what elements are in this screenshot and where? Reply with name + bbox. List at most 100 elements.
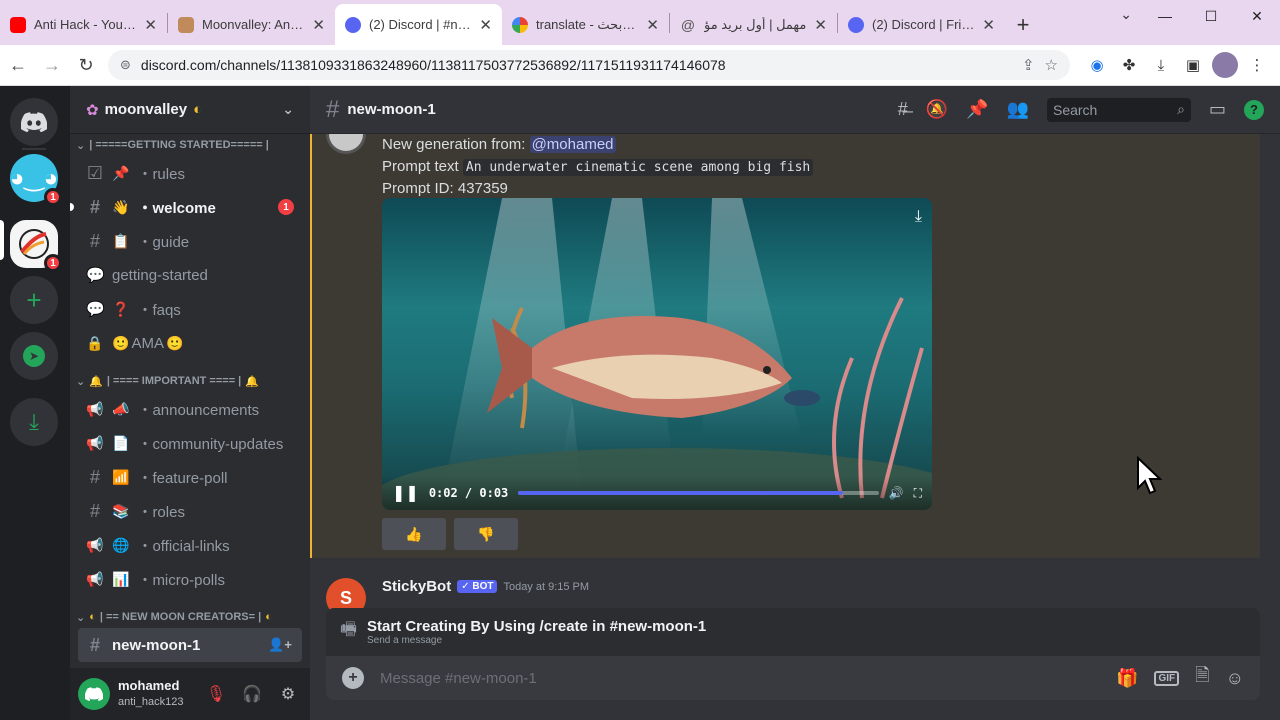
video-controls: ❚❚ 0:02 / 0:03 🔊 ⛶	[382, 476, 932, 510]
tab-youtube[interactable]: Anti Hack - YouTube ✕	[0, 4, 167, 45]
tab-title: مهمل | أول بريد مؤ	[704, 16, 807, 32]
gif-button[interactable]: GIF	[1154, 670, 1180, 686]
share-icon[interactable]: ⇪	[1022, 56, 1035, 74]
server-avatar-blue[interactable]: ◕‿◕ 1	[10, 154, 62, 206]
guild-header[interactable]: ✿ moonvalley ◐ ⌄	[70, 86, 310, 134]
video-player[interactable]: ⤓ ❚❚ 0:02 / 0:03 🔊 ⛶	[382, 198, 932, 510]
puzzle-extensions-icon[interactable]: ✤	[1116, 52, 1142, 78]
channel-getting-started[interactable]: 💬 getting-started	[78, 258, 302, 292]
channel-welcome[interactable]: # 👋 ・welcome 1	[70, 190, 302, 224]
tab-moonvalley[interactable]: Moonvalley: Animate ✕	[168, 4, 335, 45]
channel-official-links[interactable]: 📢 🌐 ・official-links	[78, 528, 302, 562]
tab-mail[interactable]: @ مهمل | أول بريد مؤ ✕	[670, 4, 837, 45]
tab-search-icon[interactable]: ⌄	[1120, 6, 1132, 23]
video-progress-bar[interactable]	[518, 491, 879, 495]
mute-microphone-icon[interactable]: 🎙	[202, 684, 230, 704]
close-tab-icon[interactable]: ✕	[479, 16, 492, 34]
close-tab-icon[interactable]: ✕	[144, 16, 157, 34]
channel-label: ・feature-poll	[137, 469, 228, 487]
member-list-icon[interactable]: 👥	[1007, 99, 1029, 120]
search-input[interactable]: Search ⌕	[1046, 97, 1191, 122]
youtube-icon	[10, 16, 26, 33]
megaphone-icon: 📢	[86, 536, 104, 553]
close-tab-icon[interactable]: ✕	[312, 16, 325, 34]
channel-faqs[interactable]: 💬 ❓ ・faqs	[78, 292, 302, 326]
site-info-icon[interactable]: ⊜	[120, 57, 131, 73]
add-member-icon[interactable]: 👤+	[268, 637, 292, 653]
underwater-fish-image	[382, 198, 932, 510]
close-tab-icon[interactable]: ✕	[646, 16, 659, 34]
close-window-button[interactable]: ✕	[1234, 0, 1280, 32]
new-tab-button[interactable]: +	[1005, 4, 1041, 45]
emoji-picker-icon[interactable]: ☺	[1226, 668, 1244, 689]
profile-avatar[interactable]	[1212, 52, 1238, 78]
add-attachment-icon[interactable]: +	[342, 667, 364, 689]
download-icon[interactable]: ⤓	[915, 208, 922, 226]
category-getting-started[interactable]: ⌄ | =====GETTING STARTED===== |	[70, 134, 310, 156]
browser-tab-bar: Anti Hack - YouTube ✕ Moonvalley: Animat…	[0, 0, 1280, 45]
headphones-icon[interactable]: 🎧	[238, 684, 266, 704]
message-input[interactable]: Message #new-moon-1	[380, 670, 1100, 687]
notifications-muted-icon[interactable]: 🔕	[926, 99, 948, 120]
inbox-icon[interactable]: ▭	[1209, 99, 1226, 120]
user-avatar[interactable]	[78, 678, 110, 710]
smile-emoji-icon: 🙂	[112, 334, 130, 351]
channel-ama[interactable]: 🔒 🙂 AMA 🙂	[78, 326, 302, 360]
thumbs-up-button[interactable]: 👍	[382, 518, 446, 550]
discord-icon	[345, 16, 361, 33]
channel-micro-polls[interactable]: 📢 📊 ・micro-polls	[78, 562, 302, 596]
forward-button[interactable]: →	[36, 49, 68, 81]
author-name[interactable]: StickyBot	[382, 578, 451, 595]
close-tab-icon[interactable]: ✕	[982, 16, 995, 34]
gift-icon[interactable]: 🎁	[1116, 668, 1138, 689]
tab-discord-active[interactable]: (2) Discord | #new-moon-1 ✕	[335, 4, 502, 45]
thumbs-down-button[interactable]: 👎	[454, 518, 518, 550]
channel-rules[interactable]: ☑ 📌 ・rules	[78, 156, 302, 190]
category-important[interactable]: ⌄ 🔔 | ==== IMPORTANT ==== | 🔔	[70, 370, 310, 392]
reload-button[interactable]: ↻	[70, 49, 102, 81]
help-icon[interactable]: ?	[1244, 99, 1264, 120]
extension-icon[interactable]: ◉	[1084, 52, 1110, 78]
bookmark-star-icon[interactable]: ☆	[1045, 56, 1058, 74]
user-panel: mohamed anti_hack123 🎙 🎧 ⚙	[70, 668, 310, 720]
channel-label: ・official-links	[137, 537, 230, 555]
hash-icon: #	[89, 634, 100, 655]
prompt-code: An underwater cinematic scene among big …	[462, 159, 814, 176]
fullscreen-icon[interactable]: ⛶	[914, 486, 922, 501]
omnibox[interactable]: ⊜ discord.com/channels/11381093318632489…	[108, 50, 1070, 80]
pinned-messages-icon[interactable]: 📌	[966, 99, 988, 120]
close-tab-icon[interactable]: ✕	[814, 16, 827, 34]
sticker-icon[interactable]: 🗎	[1195, 663, 1209, 693]
discord-logo-icon	[85, 687, 103, 701]
server-moonvalley[interactable]: 1	[10, 220, 62, 272]
minimize-button[interactable]: —	[1142, 0, 1188, 32]
channel-feature-poll[interactable]: # 📶 ・feature-poll	[78, 460, 302, 494]
side-panel-icon[interactable]: ▣	[1180, 52, 1206, 78]
category-new-moon-creators[interactable]: ⌄ ◐ | == NEW MOON CREATORS= | ◐	[70, 606, 310, 628]
channel-community-updates[interactable]: 📢 📄 ・community-updates	[78, 426, 302, 460]
discord-home-button[interactable]	[10, 98, 58, 146]
download-icon[interactable]: ⤓	[1148, 52, 1174, 78]
browser-menu-icon[interactable]: ⋮	[1244, 52, 1270, 78]
back-button[interactable]: ←	[2, 49, 34, 81]
user-mention[interactable]: @mohamed	[529, 136, 616, 153]
volume-icon[interactable]: 🔊	[889, 486, 904, 500]
stickybot-avatar[interactable]: S	[326, 578, 366, 610]
channel-roles[interactable]: # 📚 ・roles	[78, 494, 302, 528]
download-apps-button[interactable]: ⤓	[10, 398, 58, 446]
user-names[interactable]: mohamed anti_hack123	[118, 678, 194, 710]
maximize-button[interactable]: ☐	[1188, 0, 1234, 32]
add-server-button[interactable]: +	[10, 276, 58, 324]
tab-discord-friends[interactable]: (2) Discord | Friends ✕	[838, 4, 1005, 45]
channel-new-moon-1[interactable]: # new-moon-1 👤+	[78, 628, 302, 662]
channel-announcements[interactable]: 📢 📣 ・announcements	[78, 392, 302, 426]
tab-google-translate[interactable]: translate - بحث Google ✕	[502, 4, 669, 45]
threads-icon[interactable]: #̶	[898, 99, 908, 120]
channel-label: ・roles	[137, 503, 185, 521]
pause-icon[interactable]: ❚❚	[392, 483, 419, 503]
settings-gear-icon[interactable]: ⚙	[274, 684, 302, 704]
channel-guide[interactable]: # 📋 ・guide	[78, 224, 302, 258]
chevron-down-icon[interactable]: ⌄	[282, 101, 294, 118]
explore-servers-button[interactable]: ➤	[10, 332, 58, 380]
url-text[interactable]: discord.com/channels/1138109331863248960…	[141, 57, 1012, 73]
